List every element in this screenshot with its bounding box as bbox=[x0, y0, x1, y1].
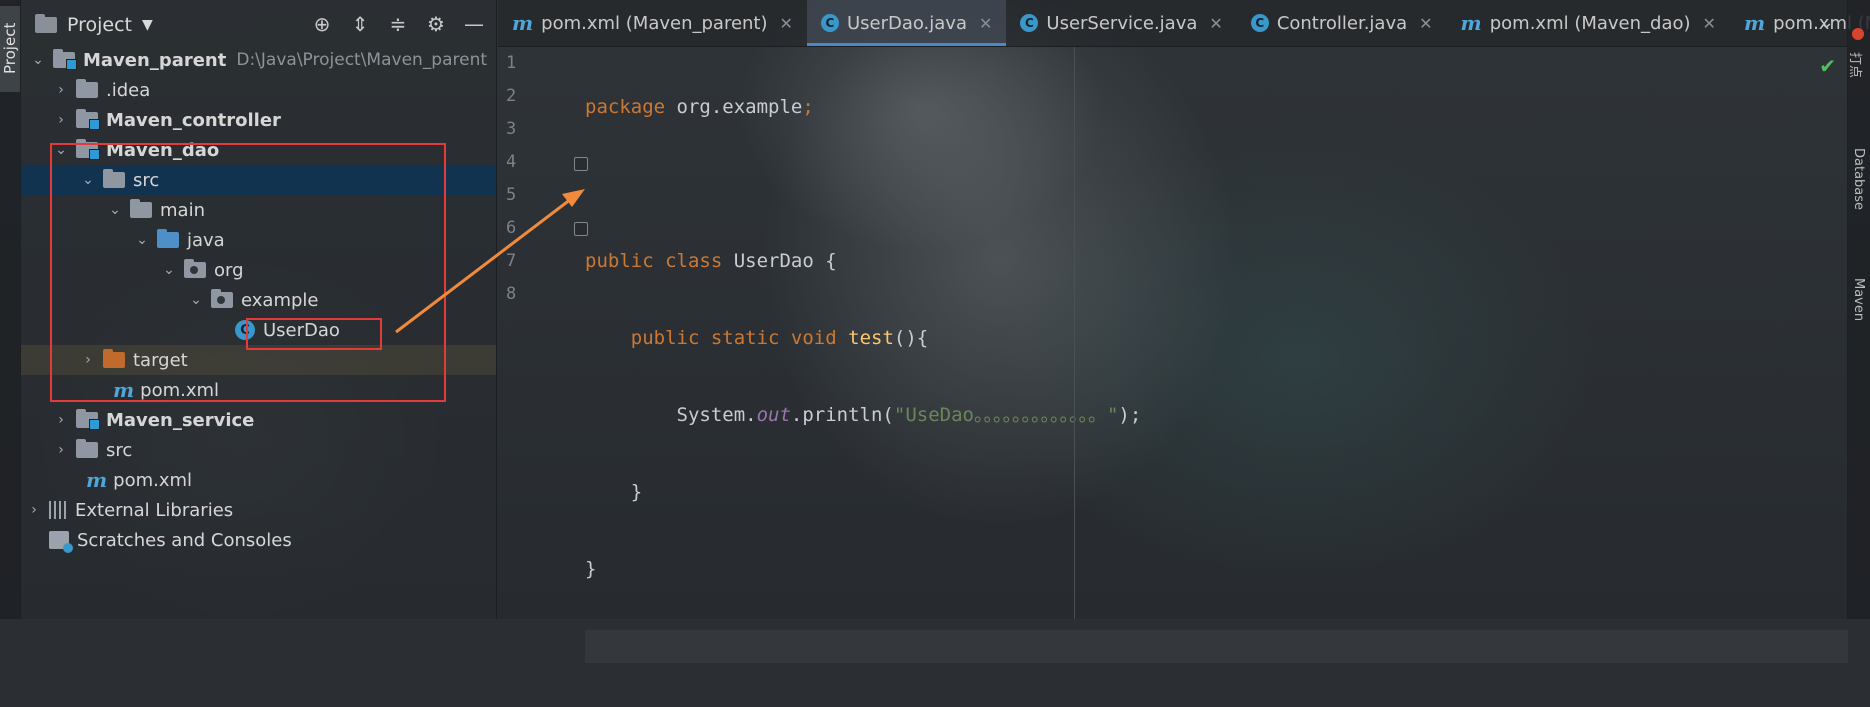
maven-icon: m bbox=[1460, 11, 1482, 35]
tab-label: pom.xml (Maven_parent) bbox=[541, 12, 768, 34]
code-line-3: public class UserDao { bbox=[585, 245, 1848, 278]
tab-controller-java[interactable]: C Controller.java ✕ bbox=[1237, 0, 1447, 46]
notification-icon[interactable] bbox=[1852, 28, 1864, 40]
right-tool-label-1[interactable]: 打点 bbox=[1847, 52, 1866, 78]
line-number: 4 bbox=[506, 152, 517, 172]
editor-area: m pom.xml (Maven_parent) ✕ C UserDao.jav… bbox=[498, 0, 1870, 663]
line-number: 8 bbox=[506, 284, 517, 304]
check-icon: ✔ bbox=[1819, 54, 1836, 78]
keyword: public class bbox=[585, 250, 723, 272]
code-text: UserDao { bbox=[722, 250, 837, 272]
line-number: 3 bbox=[506, 119, 517, 139]
close-icon[interactable]: ✕ bbox=[1703, 14, 1716, 33]
code-text: .println( bbox=[790, 404, 894, 426]
tab-pom-maven-parent[interactable]: m pom.xml (Maven_parent) ✕ bbox=[498, 0, 807, 46]
maven-icon: m bbox=[512, 11, 534, 35]
line-number: 6 bbox=[506, 218, 517, 238]
tab-label: Controller.java bbox=[1276, 12, 1408, 34]
method-name: test bbox=[848, 327, 894, 349]
code-line-5: System.out.println("UseDao。。。。。。。。。。。。。"… bbox=[585, 399, 1848, 432]
code-text: } bbox=[585, 481, 643, 503]
close-icon[interactable]: ✕ bbox=[780, 14, 793, 33]
class-icon: C bbox=[1020, 14, 1039, 32]
class-icon: C bbox=[1250, 14, 1269, 32]
chevron-down-icon[interactable]: ⌄ bbox=[1819, 12, 1834, 33]
class-icon: C bbox=[820, 14, 839, 32]
string-literal: "UseDao。。。。。。。。。。。。。" bbox=[893, 404, 1119, 426]
tab-label: UserService.java bbox=[1046, 12, 1198, 34]
tab-userdao-java[interactable]: C UserDao.java ✕ bbox=[806, 0, 1007, 46]
close-icon[interactable]: ✕ bbox=[1419, 14, 1432, 33]
code-line-4: public static void test(){ bbox=[585, 322, 1848, 355]
code-text: org.example bbox=[665, 96, 803, 118]
code-line-6: } bbox=[585, 476, 1848, 509]
line-number: 2 bbox=[506, 86, 517, 106]
line-number: 5 bbox=[506, 185, 517, 205]
code-line-8-current bbox=[585, 630, 1848, 663]
static-field: out bbox=[756, 404, 791, 426]
code-text: ); bbox=[1118, 404, 1142, 426]
keyword: package bbox=[585, 96, 666, 118]
right-tool-label-database[interactable]: Database bbox=[1851, 148, 1866, 210]
keyword: public static void bbox=[630, 327, 837, 349]
code-text: } bbox=[585, 558, 597, 580]
code-text: System. bbox=[676, 404, 757, 426]
tab-userservice-java[interactable]: C UserService.java ✕ bbox=[1006, 0, 1236, 46]
maven-icon: m bbox=[1743, 11, 1766, 35]
indent-guide bbox=[1074, 47, 1075, 619]
line-number: 7 bbox=[506, 251, 517, 271]
close-icon[interactable]: ✕ bbox=[979, 14, 992, 33]
tab-label: UserDao.java bbox=[846, 12, 967, 34]
close-icon[interactable]: ✕ bbox=[1209, 14, 1222, 33]
right-tool-strip: 打点 Database Maven bbox=[1847, 0, 1870, 619]
code-text: (){ bbox=[893, 327, 929, 349]
code-line-1: package org.example; bbox=[585, 91, 1848, 124]
right-tool-label-maven[interactable]: Maven bbox=[1851, 278, 1866, 321]
code-content[interactable]: package org.example; public class UserDa… bbox=[585, 47, 1848, 707]
code-line-7: } bbox=[585, 553, 1848, 586]
tab-label: pom.xml (Maven_dao) bbox=[1489, 12, 1691, 34]
line-number: 1 bbox=[506, 53, 517, 73]
tab-pom-maven-dao[interactable]: m pom.xml (Maven_dao) ✕ bbox=[1447, 0, 1730, 46]
line-number-gutter: 1 2 3 4 5 6 7 8 bbox=[498, 47, 576, 311]
code-text: ; bbox=[802, 96, 814, 118]
editor-tabs: m pom.xml (Maven_parent) ✕ C UserDao.jav… bbox=[498, 0, 1870, 47]
